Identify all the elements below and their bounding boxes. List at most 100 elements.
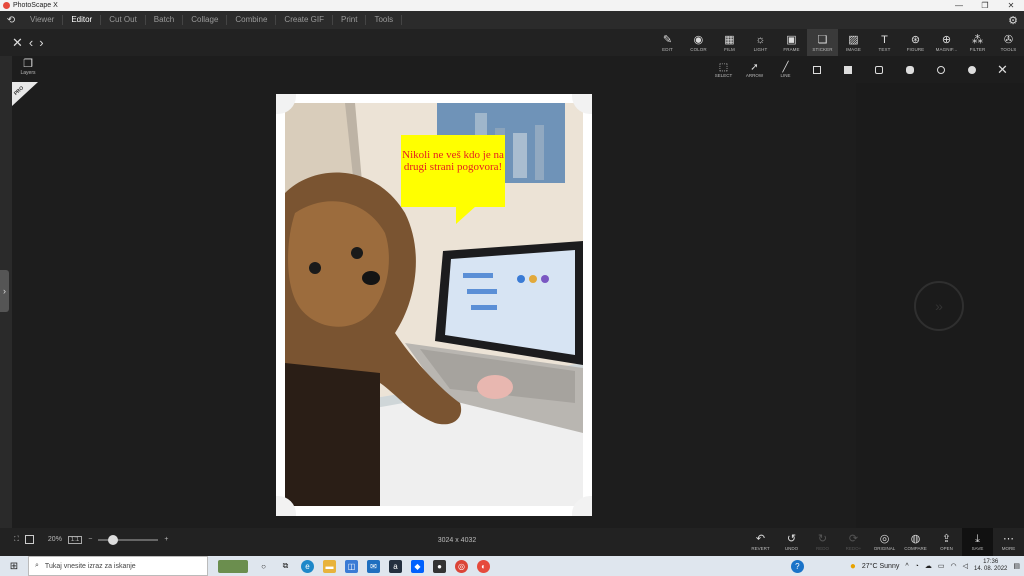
wifi-icon[interactable]: ◠ [951,562,957,570]
more-button[interactable]: ⋯ MORE [993,528,1024,556]
menu-item-viewer[interactable]: Viewer [22,15,64,25]
home-icon[interactable]: ⟲ [0,11,22,29]
weather-sun-icon: ● [849,560,856,572]
tool-color[interactable]: ◉ COLOR [683,29,714,56]
cortana-icon[interactable]: ○ [257,560,270,573]
clock[interactable]: 17:36 14. 08. 2022 [974,559,1007,573]
undo-button[interactable]: ↺ UNDO [776,528,807,556]
tray-chevron-icon[interactable]: ^ [905,563,908,570]
task-view-icon[interactable]: ⧉ [279,560,292,573]
tool-label: IMAGE [845,46,861,52]
tool-label: COLOR [690,46,707,52]
start-button[interactable]: ⊞ [0,561,28,572]
redo-button[interactable]: ↻ REDO [807,528,838,556]
circle-filled-button[interactable] [956,56,987,83]
tool-filter[interactable]: ⁂ FILTER [962,29,993,56]
compare-button[interactable]: ◍ COMPARE [900,528,931,556]
tool-label: FRAME [783,46,800,52]
tool-text[interactable]: T TEXT [869,29,900,56]
action-label: REDO+ [845,546,862,551]
menu-item-combine[interactable]: Combine [227,15,277,25]
image-icon: ▨ [848,33,859,46]
tool-image[interactable]: ▨ IMAGE [838,29,869,56]
previous-image-icon[interactable]: ‹ [29,35,33,51]
redo-button[interactable]: ⟳ REDO+ [838,528,869,556]
volume-icon[interactable]: ◁ [963,562,968,570]
chrome-icon[interactable]: ◎ [455,559,468,573]
battery-icon[interactable]: ▭ [938,562,945,570]
circle-outline-button[interactable] [925,56,956,83]
mail-icon[interactable]: ✉ [367,559,380,573]
tool-label: FILTER [969,46,986,52]
speech-bubble-sticker[interactable]: Nikoli ne veš kdo je na drugi strani pog… [401,135,505,207]
zoom-in-icon[interactable]: + [164,536,168,543]
actual-size-button[interactable]: 1:1 [67,535,83,544]
rectangle-filled-button[interactable] [832,56,863,83]
fit-screen-icon[interactable]: ⛶ [14,536,19,544]
rectangle-outline-button[interactable] [801,56,832,83]
tool-edit[interactable]: ✎ EDIT [652,29,683,56]
tool-sticker[interactable]: ❏ STICKER [807,29,838,56]
select-icon: ⬚ [718,61,729,73]
sticker-tool-line[interactable]: ╱ LINE [770,56,801,83]
open-button[interactable]: ⇪ OPEN [931,528,962,556]
rounded-filled-button[interactable] [894,56,925,83]
close-window-button[interactable]: ✕ [998,1,1024,10]
menu-item-editor[interactable]: Editor [63,15,102,25]
rounded-outline-button[interactable] [863,56,894,83]
app-logo-icon [3,2,10,9]
settings-gear-icon[interactable]: ⚙ [1002,14,1024,27]
network-icon[interactable]: ◔ [915,563,919,570]
original-button[interactable]: ◎ ORIGINAL [869,528,900,556]
tool-magnif[interactable]: ⊕ MAGNIF... [931,29,962,56]
next-image-icon[interactable]: › [39,35,43,51]
zoom-slider[interactable] [98,534,159,545]
next-arrow-button[interactable]: » [914,281,964,331]
tool-film[interactable]: ▦ FILM [714,29,745,56]
text-icon: T [881,33,888,46]
photoscape-taskbar-icon[interactable]: ◐ [477,559,490,573]
menu-item-create-gif[interactable]: Create GIF [276,15,333,25]
zoom-out-icon[interactable]: − [88,536,92,543]
close-image-icon[interactable]: ✕ [12,35,23,51]
zoom-slider-knob[interactable] [108,534,119,545]
weather-text[interactable]: 27°C Sunny [862,563,899,570]
title-bar: PhotoScape X — ❐ ✕ [0,0,1024,11]
search-highlight-icon [218,559,248,573]
revert-button[interactable]: ↶ REVERT [745,528,776,556]
menu-item-cut-out[interactable]: Cut Out [101,15,146,25]
tool-tools[interactable]: ✇ TOOLS [993,29,1024,56]
minimize-button[interactable]: — [946,1,972,10]
sticker-tool-select[interactable]: ⬚ SELECT [708,56,739,83]
sticker-tool-arrow[interactable]: ➚ ARROW [739,56,770,83]
line-icon: ╱ [782,61,789,73]
file-explorer-icon[interactable]: ▬ [323,559,336,573]
clock-date: 14. 08. 2022 [974,566,1008,572]
sticker-icon: ❏ [817,33,828,46]
menu-item-batch[interactable]: Batch [146,15,184,25]
save-button[interactable]: ⤓ SAVE [962,528,993,556]
menu-item-tools[interactable]: Tools [366,15,403,25]
tool-figure[interactable]: ⊛ FIGURE [900,29,931,56]
menu-item-print[interactable]: Print [333,15,367,25]
menu-item-collage[interactable]: Collage [183,15,228,25]
expand-left-panel-button[interactable]: › [0,270,9,312]
original-icon: ◎ [879,533,890,545]
taskbar-search[interactable]: ⌕ Tukaj vnesite izraz za iskanje [28,556,208,576]
figure-icon: ⊛ [910,33,921,46]
tool-frame[interactable]: ▣ FRAME [776,29,807,56]
windows-taskbar: ⊞ ⌕ Tukaj vnesite izraz za iskanje ○ ⧉ e… [0,556,1024,576]
github-icon[interactable]: ● [433,559,446,573]
amazon-icon[interactable]: a [389,559,402,573]
edge-icon[interactable]: e [301,559,314,573]
store-icon[interactable]: ◫ [345,559,358,573]
tool-light[interactable]: ☼ LIGHT [745,29,776,56]
layers-button[interactable]: ❐ Layers [17,58,39,76]
cloud-icon[interactable]: ☁ [925,562,932,570]
maximize-button[interactable]: ❐ [972,1,998,10]
dropbox-icon[interactable]: ◆ [411,559,424,573]
notifications-icon[interactable]: ▤ [1013,562,1020,570]
single-view-icon[interactable] [24,535,34,544]
help-icon[interactable]: ? [790,559,804,573]
close-sticker-panel-icon[interactable]: ✕ [987,62,1018,78]
